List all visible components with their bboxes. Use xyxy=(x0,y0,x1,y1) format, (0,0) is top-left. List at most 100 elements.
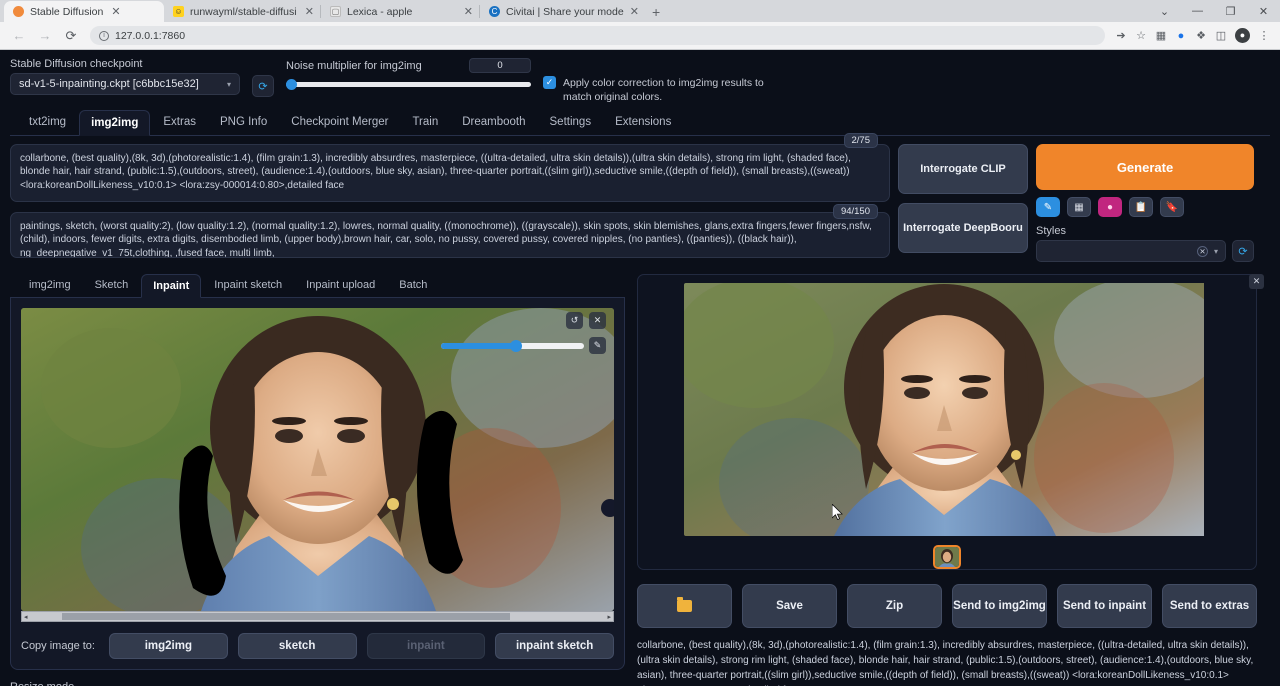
send-to-img2img-button[interactable]: Send to img2img xyxy=(952,584,1047,628)
scrollbar-thumb[interactable] xyxy=(62,613,510,620)
chevron-down-icon: ▾ xyxy=(226,79,231,89)
slider-knob[interactable] xyxy=(286,78,297,90)
negative-token-counter: 94/150 xyxy=(832,204,878,219)
send-to-inpaint-button[interactable]: Send to inpaint xyxy=(1057,584,1152,628)
bookmark-star-icon[interactable]: ☆ xyxy=(1131,29,1151,42)
browser-tab-runwayml[interactable]: ☺ runwayml/stable-diffusion-inpa ✕ xyxy=(164,1,320,22)
calendar-extension-icon[interactable]: ▦ xyxy=(1151,29,1171,42)
tab-png-info[interactable]: PNG Info xyxy=(209,110,278,135)
tab-checkpoint-merger[interactable]: Checkpoint Merger xyxy=(280,110,399,135)
window-close-icon[interactable]: ✕ xyxy=(1247,5,1280,18)
img2img-tab-bar: img2img Sketch Inpaint Inpaint sketch In… xyxy=(10,274,625,298)
paintbrush-icon[interactable]: ✎ xyxy=(1036,197,1060,217)
tab-close-icon[interactable]: ✕ xyxy=(464,5,473,18)
result-image[interactable] xyxy=(684,283,1210,536)
noise-multiplier-slider[interactable] xyxy=(286,77,531,91)
tab-img2img[interactable]: img2img xyxy=(79,110,151,136)
interrogate-deepbooru-button[interactable]: Interrogate DeepBooru xyxy=(898,203,1028,253)
forward-icon[interactable]: → xyxy=(32,28,58,43)
noise-multiplier-input[interactable]: 0 xyxy=(469,58,531,73)
save-button[interactable]: Save xyxy=(742,584,837,628)
styles-label: Styles xyxy=(1036,225,1066,237)
subtab-inpaint-upload[interactable]: Inpaint upload xyxy=(295,274,386,297)
dice-icon[interactable]: ▦ xyxy=(1067,197,1091,217)
result-gallery: ✕ xyxy=(637,274,1264,570)
refresh-styles-button[interactable]: ⟳ xyxy=(1232,240,1254,262)
undo-icon[interactable]: ↺ xyxy=(566,312,583,329)
tab-close-icon[interactable]: ✕ xyxy=(305,5,314,18)
close-icon[interactable]: ✕ xyxy=(1249,274,1264,289)
checkpoint-select[interactable]: sd-v1-5-inpainting.ckpt [c6bbc15e32] ▾ xyxy=(10,73,240,95)
new-tab-button[interactable]: + xyxy=(645,2,667,22)
share-icon[interactable]: ➔ xyxy=(1111,29,1131,42)
bookmark-icon[interactable]: 🔖 xyxy=(1160,197,1184,217)
reload-icon[interactable]: ⟳ xyxy=(58,28,84,44)
window-minimize-icon[interactable]: — xyxy=(1181,5,1214,17)
subtab-inpaint[interactable]: Inpaint xyxy=(141,274,202,298)
zip-button[interactable]: Zip xyxy=(847,584,942,628)
puzzle-extension-icon[interactable]: ❖ xyxy=(1191,29,1211,42)
prompt-column: 2/75 collarbone, (best quality),(8k, 3d)… xyxy=(10,133,890,262)
tab-dreambooth[interactable]: Dreambooth xyxy=(451,110,536,135)
subtab-sketch[interactable]: Sketch xyxy=(84,274,140,297)
color-correction-group[interactable]: ✓ Apply color correction to img2img resu… xyxy=(543,74,778,104)
tab-title: Civitai | Share your models xyxy=(506,5,624,18)
back-icon[interactable]: ← xyxy=(6,28,32,43)
clear-canvas-icon[interactable]: ✕ xyxy=(589,312,606,329)
subtab-batch[interactable]: Batch xyxy=(388,274,438,297)
browser-tab-civitai[interactable]: C Civitai | Share your models ✕ xyxy=(480,1,645,22)
generate-column: Generate ✎ ▦ ● 📋 🔖 Styles ✕ ▾ ⟳ xyxy=(1036,144,1254,262)
brush-controls: ↺ ✕ ✎ xyxy=(441,312,606,354)
thumbnail-image xyxy=(935,547,959,567)
styles-select[interactable]: ✕ ▾ xyxy=(1036,240,1226,262)
img2img-panel: img2img Sketch Inpaint Inpaint sketch In… xyxy=(10,274,625,686)
brush-icon[interactable]: ✎ xyxy=(589,337,606,354)
browser-tab-stable-diffusion[interactable]: Stable Diffusion ✕ xyxy=(4,1,164,22)
subtab-img2img[interactable]: img2img xyxy=(18,274,82,297)
open-folder-button[interactable] xyxy=(637,584,732,628)
clear-styles-icon[interactable]: ✕ xyxy=(1196,245,1208,257)
refresh-checkpoint-button[interactable]: ⟳ xyxy=(252,75,274,97)
recycle-icon[interactable]: ● xyxy=(1098,197,1122,217)
tab-close-icon[interactable]: ✕ xyxy=(630,5,639,18)
civitai-favicon: C xyxy=(489,6,500,17)
subtab-inpaint-sketch[interactable]: Inpaint sketch xyxy=(203,274,293,297)
copy-to-inpaint-sketch-button[interactable]: inpaint sketch xyxy=(495,633,614,659)
scroll-right-arrow-icon[interactable]: ▸ xyxy=(607,613,611,621)
menu-kebab-icon[interactable]: ⋮ xyxy=(1254,29,1274,42)
profile-avatar-icon[interactable]: ● xyxy=(1235,28,1250,43)
address-bar[interactable]: i 127.0.0.1:7860 xyxy=(90,26,1105,45)
tab-close-icon[interactable]: ✕ xyxy=(111,5,120,18)
tab-title: Stable Diffusion xyxy=(30,5,104,18)
tab-extras[interactable]: Extras xyxy=(152,110,207,135)
copy-to-sketch-button[interactable]: sketch xyxy=(237,633,357,659)
gallery-thumbnail[interactable] xyxy=(933,545,961,569)
send-to-extras-button[interactable]: Send to extras xyxy=(1162,584,1257,628)
tab-extensions[interactable]: Extensions xyxy=(604,110,682,135)
brush-size-slider[interactable]: ✎ xyxy=(441,337,606,354)
tab-txt2img[interactable]: txt2img xyxy=(18,110,77,135)
clipboard-icon[interactable]: 📋 xyxy=(1129,197,1153,217)
tab-train[interactable]: Train xyxy=(401,110,449,135)
window-chevron-down-icon[interactable]: ⌄ xyxy=(1148,5,1181,18)
window-maximize-icon[interactable]: ❐ xyxy=(1214,5,1247,18)
prompt-row: 2/75 collarbone, (best quality),(8k, 3d)… xyxy=(10,133,1270,262)
browser-tab-lexica[interactable]: ▢ Lexica - apple ✕ xyxy=(321,1,479,22)
negative-prompt-input[interactable]: paintings, sketch, (worst quality:2), (l… xyxy=(10,212,890,258)
brush-slider-knob[interactable] xyxy=(509,339,522,352)
canvas-horizontal-scrollbar[interactable]: ◂ ▸ xyxy=(21,611,614,622)
site-info-icon[interactable]: i xyxy=(99,30,109,41)
copy-to-img2img-button[interactable]: img2img xyxy=(109,633,228,659)
tab-settings[interactable]: Settings xyxy=(539,110,603,135)
generate-button[interactable]: Generate xyxy=(1036,144,1254,190)
scroll-left-arrow-icon[interactable]: ◂ xyxy=(24,613,28,621)
color-correction-checkbox[interactable]: ✓ xyxy=(543,76,556,89)
inpaint-canvas[interactable]: ↺ ✕ ✎ xyxy=(21,308,614,611)
address-bar-url: 127.0.0.1:7860 xyxy=(115,29,186,42)
gallery-thumbnail-row xyxy=(646,545,1248,569)
positive-prompt-input[interactable]: collarbone, (best quality),(8k, 3d),(pho… xyxy=(10,144,890,202)
circle-extension-icon[interactable]: ● xyxy=(1171,30,1191,42)
interrogate-clip-button[interactable]: Interrogate CLIP xyxy=(898,144,1028,194)
positive-token-counter: 2/75 xyxy=(843,133,878,148)
sidepanel-icon[interactable]: ◫ xyxy=(1211,29,1231,42)
